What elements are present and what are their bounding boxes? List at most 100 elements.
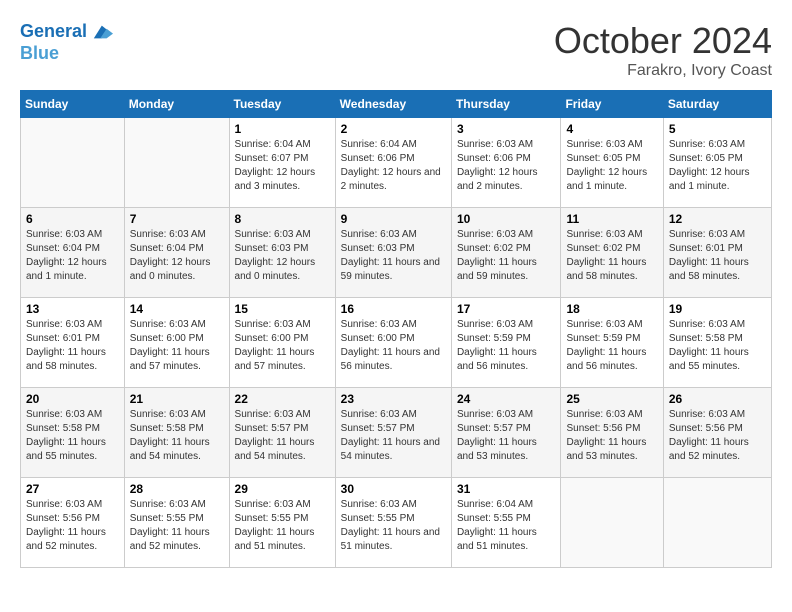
calendar-cell: 14Sunrise: 6:03 AM Sunset: 6:00 PM Dayli… — [124, 298, 229, 388]
calendar-cell: 29 Sunrise: 6:03 AM Sunset: 5:55 PM Dayli… — [229, 478, 335, 568]
calendar-cell: 17 Sunrise: 6:03 AM Sunset: 5:59 PM Dayli… — [451, 298, 561, 388]
day-number: 21 — [130, 392, 224, 406]
day-info: Sunrise: 6:03 AM Sunset: 5:56 PM Dayligh… — [566, 408, 657, 464]
day-number: 17 — [457, 302, 556, 316]
calendar-cell: 1 Sunrise: 6:04 AM Sunset: 6:07 PM Daylig… — [229, 118, 335, 208]
day-number: 8 — [235, 212, 330, 226]
month-title: October 2024 — [554, 20, 772, 62]
day-info: Sunrise: 6:03 AM Sunset: 6:01 PM Dayligh… — [26, 318, 119, 374]
weekday-header: Friday — [561, 91, 663, 118]
day-number: 28 — [130, 482, 224, 496]
day-info: Sunrise: 6:03 AM Sunset: 6:00 PM Dayligh… — [341, 318, 446, 374]
day-info: Sunrise: 6:03 AM Sunset: 6:03 PM Dayligh… — [235, 228, 330, 284]
day-number: 31 — [457, 482, 556, 496]
calendar-week-row: 20 Sunrise: 6:03 AM Sunset: 5:58 PM Dayli… — [21, 388, 772, 478]
calendar-cell: 11Sunrise: 6:03 AM Sunset: 6:02 PM Dayli… — [561, 208, 663, 298]
calendar-cell: 5Sunrise: 6:03 AM Sunset: 6:05 PM Daylig… — [663, 118, 771, 208]
day-info: Sunrise: 6:04 AM Sunset: 5:55 PM Dayligh… — [457, 498, 556, 554]
day-info: Sunrise: 6:03 AM Sunset: 5:56 PM Dayligh… — [669, 408, 766, 464]
day-info: Sunrise: 6:03 AM Sunset: 5:55 PM Dayligh… — [341, 498, 446, 554]
day-info: Sunrise: 6:03 AM Sunset: 5:59 PM Dayligh… — [566, 318, 657, 374]
day-number: 23 — [341, 392, 446, 406]
weekday-header: Sunday — [21, 91, 125, 118]
calendar-cell: 2Sunrise: 6:04 AM Sunset: 6:06 PM Daylig… — [335, 118, 451, 208]
weekday-header: Thursday — [451, 91, 561, 118]
day-number: 18 — [566, 302, 657, 316]
calendar-cell: 31 Sunrise: 6:04 AM Sunset: 5:55 PM Dayli… — [451, 478, 561, 568]
day-info: Sunrise: 6:03 AM Sunset: 5:56 PM Dayligh… — [26, 498, 119, 554]
day-info: Sunrise: 6:03 AM Sunset: 5:58 PM Dayligh… — [26, 408, 119, 464]
day-number: 15 — [235, 302, 330, 316]
calendar-week-row: 6 Sunrise: 6:03 AM Sunset: 6:04 PM Daylig… — [21, 208, 772, 298]
day-number: 4 — [566, 122, 657, 136]
calendar-cell: 21 Sunrise: 6:03 AM Sunset: 5:58 PM Dayli… — [124, 388, 229, 478]
calendar-cell: 9 Sunrise: 6:03 AM Sunset: 6:03 PM Daylig… — [335, 208, 451, 298]
day-info: Sunrise: 6:03 AM Sunset: 6:04 PM Dayligh… — [130, 228, 224, 284]
day-number: 12 — [669, 212, 766, 226]
calendar-cell: 23Sunrise: 6:03 AM Sunset: 5:57 PM Dayli… — [335, 388, 451, 478]
calendar-cell: 16 Sunrise: 6:03 AM Sunset: 6:00 PM Dayli… — [335, 298, 451, 388]
day-info: Sunrise: 6:03 AM Sunset: 5:57 PM Dayligh… — [457, 408, 556, 464]
day-number: 13 — [26, 302, 119, 316]
calendar-cell: 22Sunrise: 6:03 AM Sunset: 5:57 PM Dayli… — [229, 388, 335, 478]
day-info: Sunrise: 6:03 AM Sunset: 5:58 PM Dayligh… — [669, 318, 766, 374]
calendar-cell — [124, 118, 229, 208]
day-info: Sunrise: 6:03 AM Sunset: 6:02 PM Dayligh… — [457, 228, 556, 284]
calendar-cell: 19 Sunrise: 6:03 AM Sunset: 5:58 PM Dayli… — [663, 298, 771, 388]
logo: GeneralBlue — [20, 20, 113, 64]
calendar-cell: 25Sunrise: 6:03 AM Sunset: 5:56 PM Dayli… — [561, 388, 663, 478]
weekday-header: Saturday — [663, 91, 771, 118]
weekday-header: Tuesday — [229, 91, 335, 118]
calendar-cell: 4Sunrise: 6:03 AM Sunset: 6:05 PM Daylig… — [561, 118, 663, 208]
calendar-cell — [21, 118, 125, 208]
day-info: Sunrise: 6:03 AM Sunset: 6:05 PM Dayligh… — [669, 138, 766, 194]
calendar-cell: 8 Sunrise: 6:03 AM Sunset: 6:03 PM Daylig… — [229, 208, 335, 298]
day-number: 16 — [341, 302, 446, 316]
page-header: GeneralBlue October 2024 Farakro, Ivory … — [20, 20, 772, 80]
calendar-body: 1 Sunrise: 6:04 AM Sunset: 6:07 PM Daylig… — [21, 118, 772, 568]
day-info: Sunrise: 6:03 AM Sunset: 6:03 PM Dayligh… — [341, 228, 446, 284]
calendar-cell: 15Sunrise: 6:03 AM Sunset: 6:00 PM Dayli… — [229, 298, 335, 388]
day-info: Sunrise: 6:03 AM Sunset: 6:01 PM Dayligh… — [669, 228, 766, 284]
title-block: October 2024 Farakro, Ivory Coast — [554, 20, 772, 80]
calendar-cell: 26 Sunrise: 6:03 AM Sunset: 5:56 PM Dayli… — [663, 388, 771, 478]
day-info: Sunrise: 6:03 AM Sunset: 6:06 PM Dayligh… — [457, 138, 556, 194]
day-info: Sunrise: 6:03 AM Sunset: 5:58 PM Dayligh… — [130, 408, 224, 464]
day-number: 6 — [26, 212, 119, 226]
day-number: 7 — [130, 212, 224, 226]
calendar-week-row: 13 Sunrise: 6:03 AM Sunset: 6:01 PM Dayli… — [21, 298, 772, 388]
day-number: 3 — [457, 122, 556, 136]
weekday-header: Wednesday — [335, 91, 451, 118]
calendar-cell: 6 Sunrise: 6:03 AM Sunset: 6:04 PM Daylig… — [21, 208, 125, 298]
calendar-cell: 28Sunrise: 6:03 AM Sunset: 5:55 PM Dayli… — [124, 478, 229, 568]
day-number: 1 — [235, 122, 330, 136]
day-info: Sunrise: 6:03 AM Sunset: 6:00 PM Dayligh… — [130, 318, 224, 374]
day-number: 10 — [457, 212, 556, 226]
calendar-cell: 30Sunrise: 6:03 AM Sunset: 5:55 PM Dayli… — [335, 478, 451, 568]
calendar-header-row: SundayMondayTuesdayWednesdayThursdayFrid… — [21, 91, 772, 118]
calendar-cell — [561, 478, 663, 568]
calendar-cell: 10 Sunrise: 6:03 AM Sunset: 6:02 PM Dayli… — [451, 208, 561, 298]
calendar-cell: 13 Sunrise: 6:03 AM Sunset: 6:01 PM Dayli… — [21, 298, 125, 388]
day-number: 24 — [457, 392, 556, 406]
day-number: 11 — [566, 212, 657, 226]
day-info: Sunrise: 6:04 AM Sunset: 6:07 PM Dayligh… — [235, 138, 330, 194]
day-number: 26 — [669, 392, 766, 406]
calendar-cell: 12 Sunrise: 6:03 AM Sunset: 6:01 PM Dayli… — [663, 208, 771, 298]
day-info: Sunrise: 6:03 AM Sunset: 6:04 PM Dayligh… — [26, 228, 119, 284]
calendar-cell: 18 Sunrise: 6:03 AM Sunset: 5:59 PM Dayli… — [561, 298, 663, 388]
day-number: 9 — [341, 212, 446, 226]
day-info: Sunrise: 6:03 AM Sunset: 5:59 PM Dayligh… — [457, 318, 556, 374]
calendar-cell: 24 Sunrise: 6:03 AM Sunset: 5:57 PM Dayli… — [451, 388, 561, 478]
day-number: 20 — [26, 392, 119, 406]
day-number: 19 — [669, 302, 766, 316]
weekday-header: Monday — [124, 91, 229, 118]
day-number: 22 — [235, 392, 330, 406]
location: Farakro, Ivory Coast — [554, 62, 772, 80]
calendar-cell: 3 Sunrise: 6:03 AM Sunset: 6:06 PM Daylig… — [451, 118, 561, 208]
calendar-cell: 7 Sunrise: 6:03 AM Sunset: 6:04 PM Daylig… — [124, 208, 229, 298]
calendar-cell: 20 Sunrise: 6:03 AM Sunset: 5:58 PM Dayli… — [21, 388, 125, 478]
day-info: Sunrise: 6:03 AM Sunset: 5:55 PM Dayligh… — [235, 498, 330, 554]
logo-text: GeneralBlue — [20, 20, 113, 64]
day-number: 29 — [235, 482, 330, 496]
